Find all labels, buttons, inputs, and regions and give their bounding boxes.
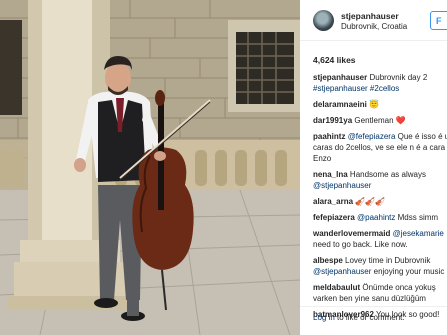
likes-count[interactable]: 4,624 likes bbox=[313, 55, 356, 65]
login-prompt-text: to like or comment. bbox=[334, 313, 405, 322]
comment-username[interactable]: dar1991ya bbox=[313, 116, 352, 125]
post-photo bbox=[0, 0, 300, 335]
login-prompt: Log in to like or comment. bbox=[313, 313, 405, 322]
comment-mention[interactable]: @stjepanhauser bbox=[313, 181, 371, 190]
comment-username[interactable]: paahintz bbox=[313, 132, 345, 141]
comment-text: enjoying your music bbox=[373, 267, 445, 276]
comment: delaramnaeini 😇 bbox=[313, 99, 447, 110]
comment: wanderlovemermaid @jesekamarie need to g… bbox=[313, 228, 447, 250]
comment-username[interactable]: fefepiazera bbox=[313, 213, 355, 222]
caption-hashtags[interactable]: #stjepanhauser #2cellos bbox=[313, 84, 399, 93]
comment-text: Enzo bbox=[313, 154, 332, 163]
comment-mention[interactable]: @paahintz bbox=[357, 213, 395, 222]
caption-username[interactable]: stjepanhauser bbox=[313, 73, 367, 82]
login-link[interactable]: Log in bbox=[313, 313, 335, 322]
follow-button[interactable]: F bbox=[430, 11, 447, 30]
caption-text: Dubrovnik day 2 bbox=[369, 73, 428, 82]
comment-username[interactable]: albespe bbox=[313, 256, 343, 265]
post-footer: Log in to like or comment. bbox=[300, 306, 447, 335]
post-sidebar: stjepanhauser Dubrovnik, Croatia F 4,624… bbox=[300, 0, 447, 335]
comment: albespe Lovey time in Dubrovnik @stjepanh… bbox=[313, 255, 447, 277]
comment: nena_lna Handsome as always @stjepanhause… bbox=[313, 169, 447, 191]
post-location[interactable]: Dubrovnik, Croatia bbox=[341, 22, 407, 31]
comment: paahintz @fefepiazera Que é isso é um do… bbox=[313, 131, 447, 164]
comment: dar1991ya Gentleman ❤️ bbox=[313, 115, 447, 126]
comment-text: Önümde onca yokuş bbox=[362, 283, 436, 292]
comment-text: Mdss simm bbox=[397, 213, 439, 222]
comment-username[interactable]: wanderlovemermaid bbox=[313, 229, 390, 238]
comment-username[interactable]: delaramnaeini bbox=[313, 100, 367, 109]
comment-text: varken ben yine sanu düzlüğüm bbox=[313, 294, 426, 303]
comment-text: caras do 2cellos, ve se ele n é a cara bbox=[313, 143, 446, 152]
comment-mention[interactable]: @stjepanhauser bbox=[313, 267, 371, 276]
comment: fefepiazera @paahintz Mdss simm bbox=[313, 212, 447, 223]
comment-username[interactable]: nena_lna bbox=[313, 170, 348, 179]
comment-text: Handsome as always bbox=[349, 170, 426, 179]
comment: meldabaulut Önümde onca yokuş varken ben … bbox=[313, 282, 447, 304]
post-header: stjepanhauser Dubrovnik, Croatia F bbox=[300, 0, 447, 41]
comment-text: Lovey time in Dubrovnik bbox=[345, 256, 431, 265]
comments-list: stjepanhauser Dubrovnik day 2 #stjepanha… bbox=[313, 72, 447, 325]
comment-username[interactable]: meldabaulut bbox=[313, 283, 360, 292]
comment-mention[interactable]: @fefepiazera bbox=[348, 132, 396, 141]
caption: stjepanhauser Dubrovnik day 2 #stjepanha… bbox=[313, 72, 447, 94]
comment-text: Gentleman ❤️ bbox=[354, 116, 406, 125]
comment-username[interactable]: alara_arna bbox=[313, 197, 353, 206]
comment: alara_arna 🎻🎻🎻 bbox=[313, 196, 447, 207]
comment-text: need to go back. Like now. bbox=[313, 240, 408, 249]
comment-text: 😇 bbox=[369, 100, 380, 109]
comment-text: 🎻🎻🎻 bbox=[355, 197, 386, 206]
comment-text: Que é isso é um do bbox=[397, 132, 447, 141]
comment-mention[interactable]: @jesekamarie bbox=[393, 229, 444, 238]
post-username[interactable]: stjepanhauser bbox=[341, 11, 399, 21]
avatar[interactable] bbox=[313, 10, 334, 31]
